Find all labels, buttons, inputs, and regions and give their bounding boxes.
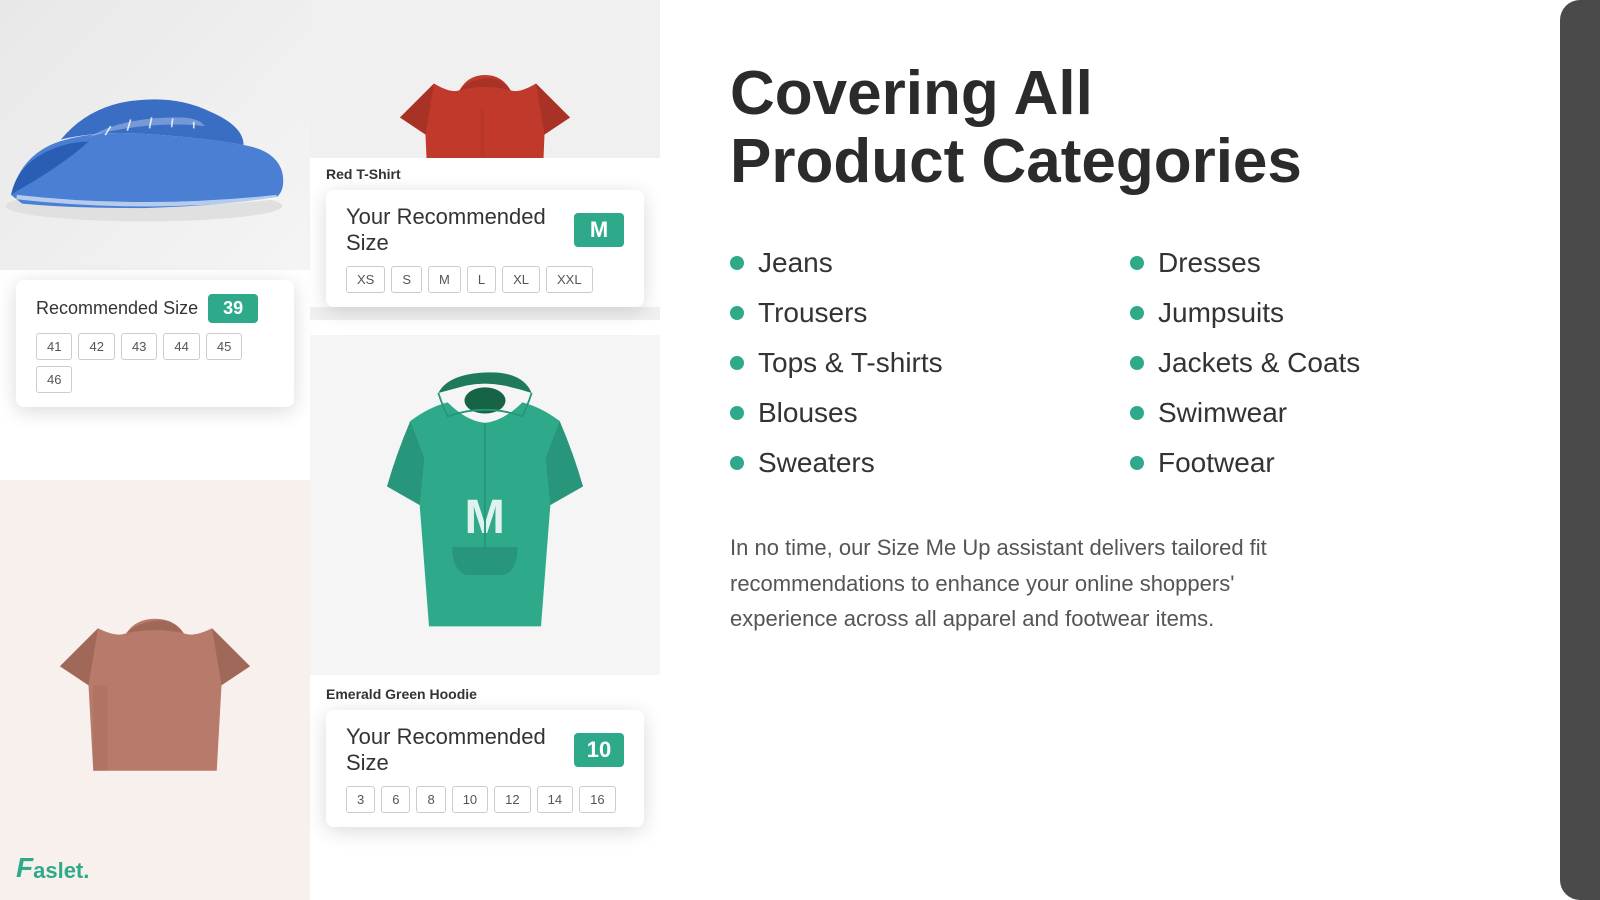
category-sweaters: Sweaters (730, 441, 1130, 485)
hoodie-size-overlay: Your Recommended Size 10 3 6 8 10 12 14 … (326, 710, 644, 827)
hoodie-card: Emerald Green Hoodie Your Recommended Si… (310, 678, 660, 827)
category-tops: Tops & T-shirts (730, 341, 1130, 385)
hoodie-rec-size: 10 (574, 733, 624, 767)
category-trousers: Trousers (730, 291, 1130, 335)
bullet-blouses (730, 406, 744, 420)
size-btn-8[interactable]: 8 (416, 786, 445, 813)
description-text: In no time, our Size Me Up assistant del… (730, 530, 1330, 636)
bullet-dresses (1130, 256, 1144, 270)
size-btn-l[interactable]: L (467, 266, 496, 293)
category-label-jackets: Jackets & Coats (1158, 347, 1360, 379)
category-label-jeans: Jeans (758, 247, 833, 279)
sneaker-rec-label: Recommended Size (36, 298, 198, 319)
size-btn-45[interactable]: 45 (206, 333, 242, 360)
bullet-swimwear (1130, 406, 1144, 420)
heading-line1: Covering All (730, 59, 1093, 128)
bullet-footwear (1130, 456, 1144, 470)
red-tshirt-rec-size: M (574, 213, 624, 247)
red-tshirt-size-overlay: Your Recommended Size M XS S M L XL XXL (326, 190, 644, 307)
bullet-sweaters (730, 456, 744, 470)
red-tshirt-rec-badge: Your Recommended Size M (346, 204, 624, 256)
brown-tshirt-illustration (60, 580, 250, 800)
red-tshirt-card: Red T-Shirt Your Recommended Size M XS S… (310, 158, 660, 307)
right-panel: Covering All Product Categories Jeans Tr… (660, 0, 1600, 900)
sneaker-size-overlay: Recommended Size 39 41 42 43 44 45 46 (16, 280, 294, 407)
category-jeans: Jeans (730, 241, 1130, 285)
size-btn-10[interactable]: 10 (452, 786, 488, 813)
brown-tshirt-area (0, 480, 310, 900)
size-btn-m[interactable]: M (428, 266, 461, 293)
hoodie-name: Emerald Green Hoodie (326, 686, 644, 702)
main-heading: Covering All Product Categories (730, 60, 1530, 196)
category-label-blouses: Blouses (758, 397, 858, 429)
bullet-jeans (730, 256, 744, 270)
category-jackets: Jackets & Coats (1130, 341, 1530, 385)
left-panel: Recommended Size 39 41 42 43 44 45 46 (0, 0, 660, 900)
size-btn-xs[interactable]: XS (346, 266, 385, 293)
red-tshirt-size-options: XS S M L XL XXL (346, 266, 624, 293)
size-btn-xl[interactable]: XL (502, 266, 540, 293)
size-btn-46[interactable]: 46 (36, 366, 72, 393)
category-label-swimwear: Swimwear (1158, 397, 1287, 429)
size-btn-43[interactable]: 43 (121, 333, 157, 360)
size-btn-41[interactable]: 41 (36, 333, 72, 360)
hoodie-rec-label: Your Recommended Size (346, 724, 564, 776)
size-btn-12[interactable]: 12 (494, 786, 530, 813)
size-btn-6[interactable]: 6 (381, 786, 410, 813)
size-btn-3[interactable]: 3 (346, 786, 375, 813)
sneaker-rec-badge: Recommended Size 39 (36, 294, 274, 323)
scroll-indicator[interactable] (1560, 0, 1600, 900)
category-label-tops: Tops & T-shirts (758, 347, 943, 379)
faslet-logo: F aslet. (16, 852, 89, 884)
faslet-wordmark: aslet. (33, 858, 89, 884)
bullet-jumpsuits (1130, 306, 1144, 320)
sneaker-illustration (0, 0, 310, 290)
bullet-jackets (1130, 356, 1144, 370)
size-btn-14[interactable]: 14 (537, 786, 573, 813)
category-footwear: Footwear (1130, 441, 1530, 485)
hoodie-rec-badge: Your Recommended Size 10 (346, 724, 624, 776)
category-label-jumpsuits: Jumpsuits (1158, 297, 1284, 329)
sneaker-card: Recommended Size 39 41 42 43 44 45 46 (0, 270, 310, 417)
heading-line2: Product Categories (730, 127, 1302, 196)
category-label-footwear: Footwear (1158, 447, 1275, 479)
size-btn-xxl[interactable]: XXL (546, 266, 593, 293)
category-label-sweaters: Sweaters (758, 447, 875, 479)
faslet-f: F (16, 852, 33, 884)
category-label-dresses: Dresses (1158, 247, 1261, 279)
category-swimwear: Swimwear (1130, 391, 1530, 435)
categories-grid: Jeans Trousers Tops & T-shirts Blouses S… (730, 241, 1530, 485)
sneaker-rec-size: 39 (208, 294, 258, 323)
red-tshirt-name: Red T-Shirt (326, 166, 644, 182)
bullet-trousers (730, 306, 744, 320)
sneaker-size-options: 41 42 43 44 45 46 (36, 333, 274, 393)
category-blouses: Blouses (730, 391, 1130, 435)
size-btn-s[interactable]: S (391, 266, 422, 293)
hoodie-area: M (310, 335, 660, 675)
category-dresses: Dresses (1130, 241, 1530, 285)
hoodie-size-options: 3 6 8 10 12 14 16 (346, 786, 624, 813)
category-jumpsuits: Jumpsuits (1130, 291, 1530, 335)
category-label-trousers: Trousers (758, 297, 867, 329)
size-btn-16[interactable]: 16 (579, 786, 615, 813)
size-btn-42[interactable]: 42 (78, 333, 114, 360)
sneaker-image-area (0, 0, 310, 290)
categories-col-left: Jeans Trousers Tops & T-shirts Blouses S… (730, 241, 1130, 485)
categories-col-right: Dresses Jumpsuits Jackets & Coats Swimwe… (1130, 241, 1530, 485)
hoodie-illustration: M (380, 365, 590, 645)
size-btn-44[interactable]: 44 (163, 333, 199, 360)
red-tshirt-rec-label: Your Recommended Size (346, 204, 564, 256)
bullet-tops (730, 356, 744, 370)
